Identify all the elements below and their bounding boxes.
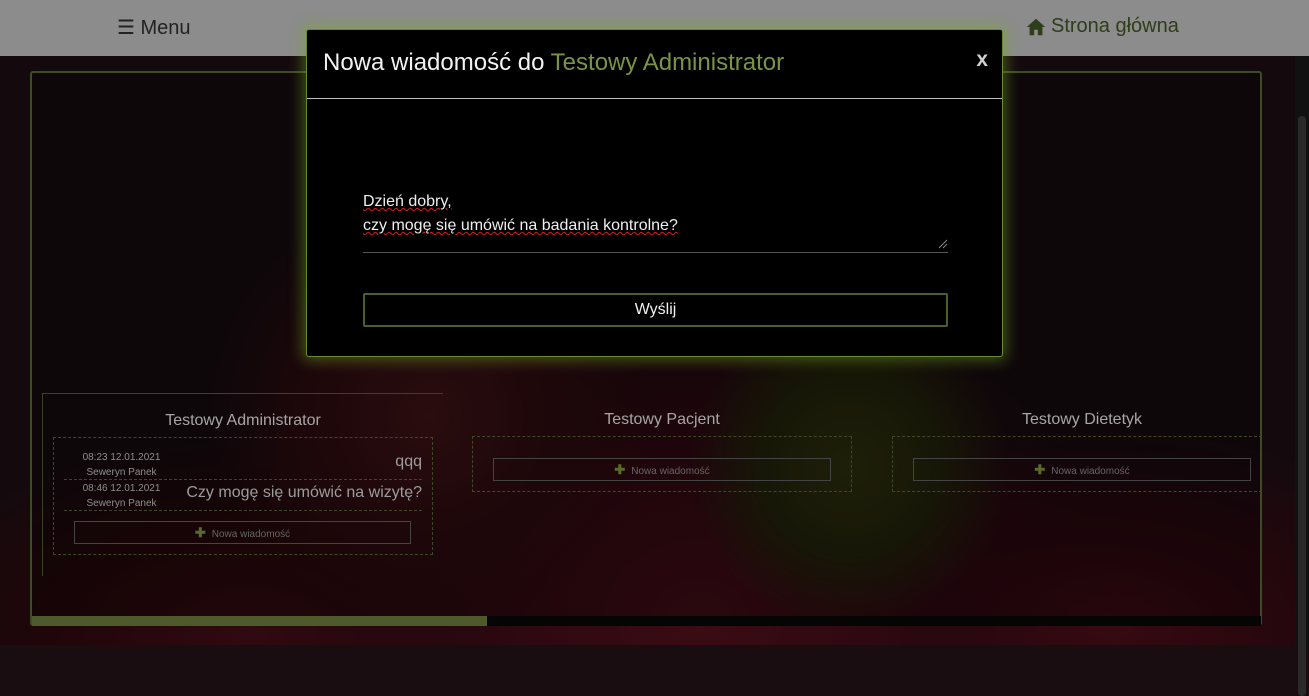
home-link[interactable]: Strona główna xyxy=(1025,15,1179,38)
new-message-label: Nowa wiadomość xyxy=(631,466,710,477)
new-message-button[interactable]: ✚ Nowa wiadomość xyxy=(74,521,411,544)
send-button[interactable]: Wyślij xyxy=(363,293,948,327)
message-meta: 08:46 12.01.2021 Seweryn Panek xyxy=(64,481,179,511)
message-time: 08:23 12.01.2021 xyxy=(82,452,161,463)
progress-bar-fill xyxy=(32,616,487,626)
message-time: 08:46 12.01.2021 xyxy=(82,483,161,494)
message-author: Seweryn Panek xyxy=(86,498,157,509)
resize-handle-icon[interactable] xyxy=(937,238,948,249)
conversation-box: 08:23 12.01.2021 Seweryn Panek qqq 08:46… xyxy=(53,437,433,555)
modal-title: Nowa wiadomość do Testowy Administrator xyxy=(323,49,784,77)
plus-icon: ✚ xyxy=(194,525,206,540)
new-message-button[interactable]: ✚ Nowa wiadomość xyxy=(913,458,1251,481)
message-row: 08:23 12.01.2021 Seweryn Panek qqq xyxy=(64,448,422,480)
page-scrollbar[interactable] xyxy=(1295,56,1309,696)
message-author: Seweryn Panek xyxy=(86,467,157,478)
conversation-title: Testowy Pacjent xyxy=(604,411,720,428)
modal-recipient: Testowy Administrator xyxy=(550,49,785,76)
plus-icon: ✚ xyxy=(1034,462,1046,477)
modal-title-prefix: Nowa wiadomość do xyxy=(323,49,545,76)
close-button[interactable]: x xyxy=(976,48,988,72)
message-meta: 08:23 12.01.2021 Seweryn Panek xyxy=(64,450,179,480)
message-text: qqq xyxy=(395,453,422,470)
scrollbar-thumb[interactable] xyxy=(1298,116,1306,696)
progress-bar xyxy=(32,616,1261,626)
new-message-modal: Nowa wiadomość do Testowy Administrator … xyxy=(306,29,1003,357)
conversation-box: ✚ Nowa wiadomość xyxy=(472,436,852,492)
conversation-box: ✚ Nowa wiadomość xyxy=(892,436,1262,492)
home-link-label: Strona główna xyxy=(1051,15,1179,37)
modal-header: Nowa wiadomość do Testowy Administrator … xyxy=(307,30,1002,99)
plus-icon: ✚ xyxy=(614,462,626,477)
menu-button[interactable]: ☰ Menu xyxy=(117,15,191,40)
message-row: 08:46 12.01.2021 Seweryn Panek Czy mogę … xyxy=(64,479,422,511)
new-message-label: Nowa wiadomość xyxy=(1051,466,1130,477)
message-textarea[interactable] xyxy=(363,190,948,253)
message-text: Czy mogę się umówić na wizytę? xyxy=(186,484,422,501)
conversation-title: Testowy Dietetyk xyxy=(1021,411,1143,428)
new-message-button[interactable]: ✚ Nowa wiadomość xyxy=(493,458,831,481)
conversation-title: Testowy Administrator xyxy=(165,412,321,429)
home-icon xyxy=(1026,18,1046,35)
new-message-label: Nowa wiadomość xyxy=(211,529,291,540)
